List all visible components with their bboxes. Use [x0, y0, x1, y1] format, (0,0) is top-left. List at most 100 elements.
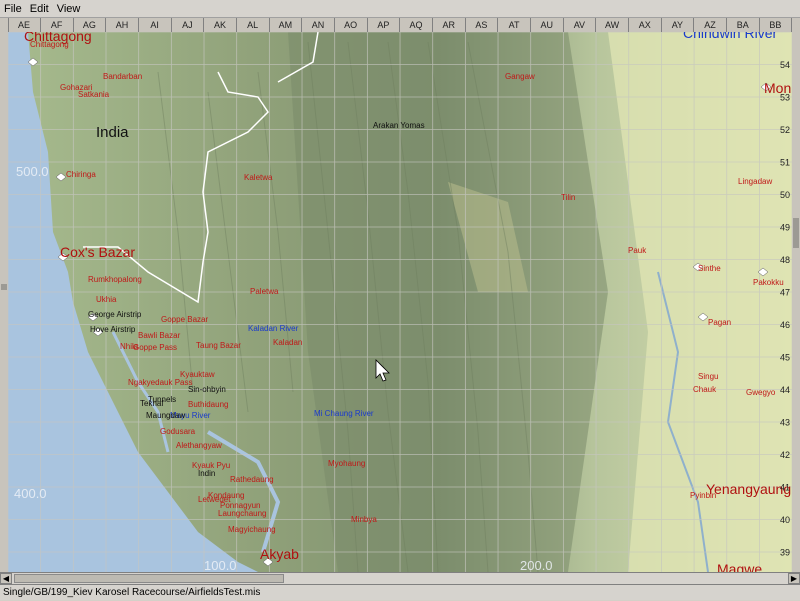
town-label: Sinthe	[698, 264, 721, 273]
grid-column-ah: AH	[106, 18, 139, 32]
scroll-right-icon[interactable]: ▶	[788, 573, 800, 584]
town-label: Singu	[698, 372, 718, 381]
grid-column-az: AZ	[694, 18, 728, 32]
region-label: Arakan Yomas	[373, 121, 425, 130]
grid-column-ap: AP	[367, 18, 401, 32]
town-label: Goppe Bazar	[161, 315, 208, 324]
river-label: Mi Chaung River	[314, 409, 374, 418]
grid-column-af: AF	[41, 18, 74, 32]
town-label: Chittagong	[30, 40, 69, 49]
grid-row-label: 51	[780, 158, 790, 168]
town-label: Kaletwa	[244, 173, 273, 182]
scroll-left-icon[interactable]: ◀	[0, 573, 12, 584]
coord-label: 500.0	[16, 164, 49, 179]
grid-column-ai: AI	[139, 18, 172, 32]
grid-row-label: 48	[780, 255, 790, 265]
town-label: Laungchaung	[218, 509, 267, 518]
town-label: Tilin	[561, 193, 575, 202]
menu-file[interactable]: File	[0, 3, 26, 15]
grid-column-ay: AY	[661, 18, 695, 32]
grid-column-ax: AX	[629, 18, 662, 32]
place-label: Maungdaw	[146, 411, 185, 420]
city-label: Magwe	[717, 561, 762, 572]
town-label: Bandarban	[103, 72, 142, 81]
town-label: Satkania	[78, 90, 110, 99]
grid-row-label: 42	[780, 450, 790, 460]
grid-row-label: 54	[780, 60, 790, 70]
map-view[interactable]: 500.0 400.0 100.0 200.0 India Chittagong…	[8, 32, 792, 572]
town-label: Ngakyedauk Pass	[128, 378, 192, 387]
grid-row-label: 53	[780, 93, 790, 103]
grid-column-am: AM	[269, 18, 303, 32]
town-label: Letwedet	[198, 495, 231, 504]
grid-column-ag: AG	[73, 18, 107, 32]
town-label: Chauk	[693, 385, 717, 394]
town-label: Godusara	[160, 427, 196, 436]
grid-column-aq: AQ	[400, 18, 434, 32]
grid-column-ao: AO	[335, 18, 368, 32]
grid-column-au: AU	[531, 18, 564, 32]
grid-column-al: AL	[237, 18, 270, 32]
coord-label: 200.0	[520, 558, 553, 572]
grid-row-label: 43	[780, 418, 790, 428]
town-label: Alethangyaw	[176, 441, 222, 450]
grid-row-label: 45	[780, 353, 790, 363]
menu-edit[interactable]: Edit	[26, 3, 53, 15]
airfield-label: George Airstrip	[88, 310, 142, 319]
town-label: Pauk	[628, 246, 647, 255]
status-text: Single/GB/199_Kiev Karosel Racecourse/Ai…	[3, 587, 261, 598]
grid-row-label: 46	[780, 320, 790, 330]
coord-label: 100.0	[204, 558, 237, 572]
grid-column-at: AT	[498, 18, 532, 32]
horizontal-scroll-thumb[interactable]	[14, 574, 284, 583]
grid-column-ak: AK	[204, 18, 238, 32]
town-label: Lingadaw	[738, 177, 772, 186]
grid-column-an: AN	[302, 18, 336, 32]
grid-row-label: 39	[780, 548, 790, 558]
grid-row-label: 52	[780, 125, 790, 135]
town-label: Magyichaung	[228, 525, 276, 534]
vertical-scrollbar[interactable]	[791, 18, 800, 572]
town-label: Rathedaung	[230, 475, 274, 484]
town-label: Kaladan	[273, 338, 302, 347]
grid-column-header: AE AF AG AH AI AJ AK AL AM AN AO AP AQ AR AS AT AU AV AW AX…	[8, 18, 793, 33]
grid-column-aw: AW	[596, 18, 630, 32]
grid-row-label: 47	[780, 288, 790, 298]
grid-column-aj: AJ	[171, 18, 205, 32]
grid-row-label: 41	[780, 483, 790, 493]
town-label: Gangaw	[505, 72, 535, 81]
river-label: Chindwin River	[683, 32, 777, 41]
town-label: Rumkhopalong	[88, 275, 142, 284]
town-label: Paletwa	[250, 287, 279, 296]
grid-row-label: 44	[780, 385, 790, 395]
status-bar: Single/GB/199_Kiev Karosel Racecourse/Ai…	[0, 584, 800, 600]
river-label: Kaladan River	[248, 324, 299, 333]
town-label: Pakokku	[753, 278, 784, 287]
menu-bar: File Edit View	[0, 0, 800, 18]
country-label: India	[96, 124, 129, 141]
vertical-scroll-thumb[interactable]	[793, 218, 799, 248]
grid-column-ba: BA	[727, 18, 760, 32]
coord-label: 400.0	[14, 486, 47, 501]
map-canvas[interactable]: 500.0 400.0 100.0 200.0 India Chittagong…	[8, 32, 792, 572]
place-label: Teknaf	[140, 399, 164, 408]
grid-column-av: AV	[563, 18, 597, 32]
grid-column-ae: AE	[8, 18, 41, 32]
town-label: Pyinbin	[690, 491, 716, 500]
airfield-label: Hove Airstrip	[90, 325, 136, 334]
splitter-handle-icon[interactable]	[1, 284, 7, 290]
grid-row-label: 40	[780, 515, 790, 525]
town-label: Goppe Pass	[133, 343, 177, 352]
menu-view[interactable]: View	[53, 3, 85, 15]
town-label: Ukhia	[96, 295, 117, 304]
place-label: Indin	[198, 469, 215, 478]
place-label: Sin-ohbyin	[188, 385, 226, 394]
town-label: Gwegyo	[746, 388, 776, 397]
city-label: Yenangyaung	[706, 481, 791, 497]
grid-column-ar: AR	[433, 18, 466, 32]
town-label: Bawli Bazar	[138, 331, 181, 340]
town-label: Kyauktaw	[180, 370, 215, 379]
city-label: Cox's Bazar	[60, 244, 135, 260]
town-label: Buthidaung	[188, 400, 228, 409]
town-label: Myohaung	[328, 459, 365, 468]
